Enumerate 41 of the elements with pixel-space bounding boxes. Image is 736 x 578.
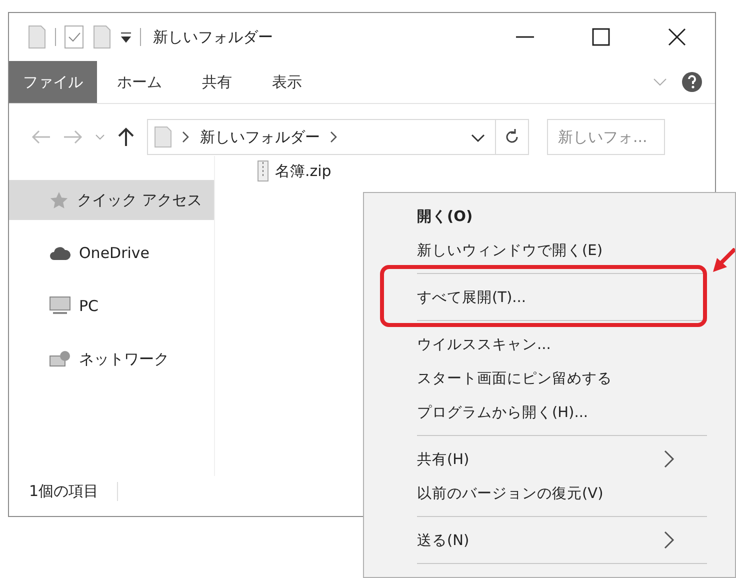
monitor-icon xyxy=(49,296,71,316)
up-arrow-icon[interactable] xyxy=(117,127,135,147)
file-name[interactable]: 名簿.zip xyxy=(275,162,332,180)
breadcrumb[interactable]: 新しいフォルダー xyxy=(200,128,320,146)
menu-item[interactable]: スタート画面にピン留めする xyxy=(364,361,735,395)
ribbon-tab[interactable]: ホーム xyxy=(97,61,182,103)
search-field[interactable]: 新しいフォ... xyxy=(547,119,665,155)
address-bar[interactable]: 新しいフォルダー xyxy=(147,119,529,155)
menu-item[interactable]: 以前のバージョンの復元(V) xyxy=(364,476,735,510)
callout-arrow xyxy=(712,248,735,274)
chevron-right-icon[interactable] xyxy=(182,131,190,143)
status-text: 1個の項目 xyxy=(29,482,118,500)
menu-item[interactable]: 送る(N) xyxy=(364,523,735,557)
menu-item[interactable]: すべて展開(T)... xyxy=(364,280,735,314)
menu-item[interactable]: ウイルススキャン... xyxy=(364,327,735,361)
chevron-right-icon[interactable] xyxy=(330,131,338,143)
zip-file-icon xyxy=(257,160,269,182)
chevron-right-icon xyxy=(663,449,675,469)
menu-item[interactable]: 開く(O) xyxy=(364,199,735,233)
maximize-icon[interactable] xyxy=(591,27,611,47)
network-icon xyxy=(49,349,71,369)
chevron-down-icon[interactable] xyxy=(471,132,485,142)
chevron-right-icon xyxy=(663,530,675,550)
checklist-icon[interactable] xyxy=(64,25,84,49)
help-icon[interactable] xyxy=(681,71,703,93)
nav-item[interactable]: ネットワーク xyxy=(9,339,214,379)
star-icon xyxy=(49,191,69,209)
ribbon-tab[interactable]: ファイル xyxy=(9,61,97,103)
nav-item[interactable]: クイック アクセス xyxy=(9,180,214,220)
dropdown-icon[interactable] xyxy=(120,31,132,43)
menu-item[interactable]: プログラムから開く(H)... xyxy=(364,395,735,429)
nav-item[interactable]: OneDrive xyxy=(9,233,214,273)
window-title: 新しいフォルダー xyxy=(153,28,273,46)
document-icon xyxy=(154,126,172,148)
ribbon-tab[interactable]: 共有 xyxy=(182,61,252,103)
ribbon-tab[interactable]: 表示 xyxy=(252,61,322,103)
close-icon[interactable] xyxy=(667,27,687,47)
menu-item[interactable]: 共有(H) xyxy=(364,442,735,476)
nav-item[interactable]: PC xyxy=(9,286,214,326)
menu-item[interactable]: 新しいウィンドウで開く(E) xyxy=(364,233,735,267)
cloud-icon xyxy=(49,245,71,261)
